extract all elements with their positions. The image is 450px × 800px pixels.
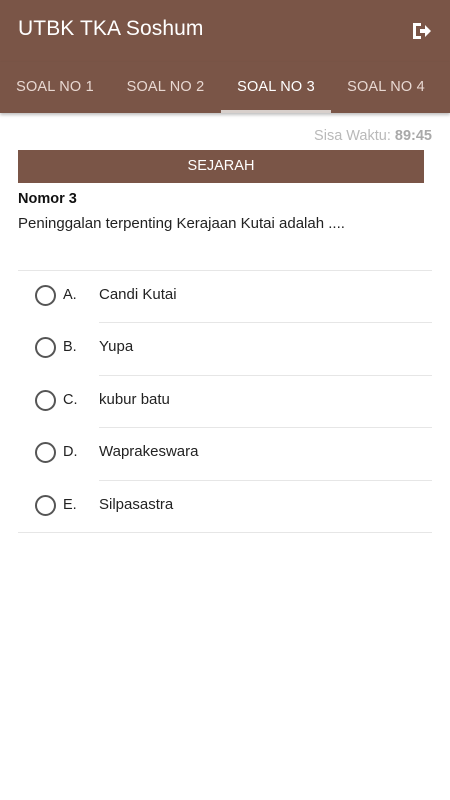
- tab-soal-2[interactable]: SOAL NO 2: [110, 62, 221, 113]
- radio-b[interactable]: [35, 337, 56, 358]
- option-b[interactable]: B. Yupa: [18, 322, 432, 374]
- exit-icon[interactable]: [409, 19, 433, 43]
- app-title: UTBK TKA Soshum: [18, 17, 204, 40]
- option-letter: B.: [63, 339, 77, 355]
- app-bar: UTBK TKA Soshum: [0, 0, 450, 62]
- subject-banner: SEJARAH: [18, 150, 424, 183]
- tab-soal-3[interactable]: SOAL NO 3: [221, 62, 331, 113]
- timer-value: 89:45: [394, 128, 432, 144]
- timer-label: Sisa Waktu:: [314, 128, 391, 144]
- option-d[interactable]: D. Waprakeswara: [18, 427, 432, 479]
- option-letter: A.: [63, 287, 77, 303]
- tab-bar: SOAL NO 1 SOAL NO 2 SOAL NO 3 SOAL NO 4: [0, 62, 450, 113]
- option-text: Waprakeswara: [99, 443, 199, 460]
- option-text: Yupa: [99, 338, 134, 355]
- radio-c[interactable]: [35, 390, 56, 411]
- option-letter: D.: [63, 444, 78, 460]
- question-text: Peninggalan terpenting Kerajaan Kutai ad…: [18, 215, 345, 232]
- option-c[interactable]: C. kubur batu: [18, 375, 432, 427]
- option-text: Silpasastra: [99, 496, 174, 513]
- option-letter: E.: [63, 497, 77, 513]
- timer: Sisa Waktu: 89:45: [314, 128, 432, 144]
- option-text: Candi Kutai: [99, 286, 177, 303]
- option-a[interactable]: A. Candi Kutai: [18, 270, 432, 322]
- radio-e[interactable]: [35, 495, 56, 516]
- tab-soal-1[interactable]: SOAL NO 1: [0, 62, 110, 113]
- radio-d[interactable]: [35, 442, 56, 463]
- option-text: kubur batu: [99, 391, 170, 408]
- option-letter: C.: [63, 392, 78, 408]
- divider: [18, 532, 432, 533]
- question-number: Nomor 3: [18, 191, 77, 207]
- tab-soal-4[interactable]: SOAL NO 4: [331, 62, 441, 113]
- active-tab-indicator: [221, 110, 331, 113]
- radio-a[interactable]: [35, 285, 56, 306]
- option-e[interactable]: E. Silpasastra: [18, 480, 432, 532]
